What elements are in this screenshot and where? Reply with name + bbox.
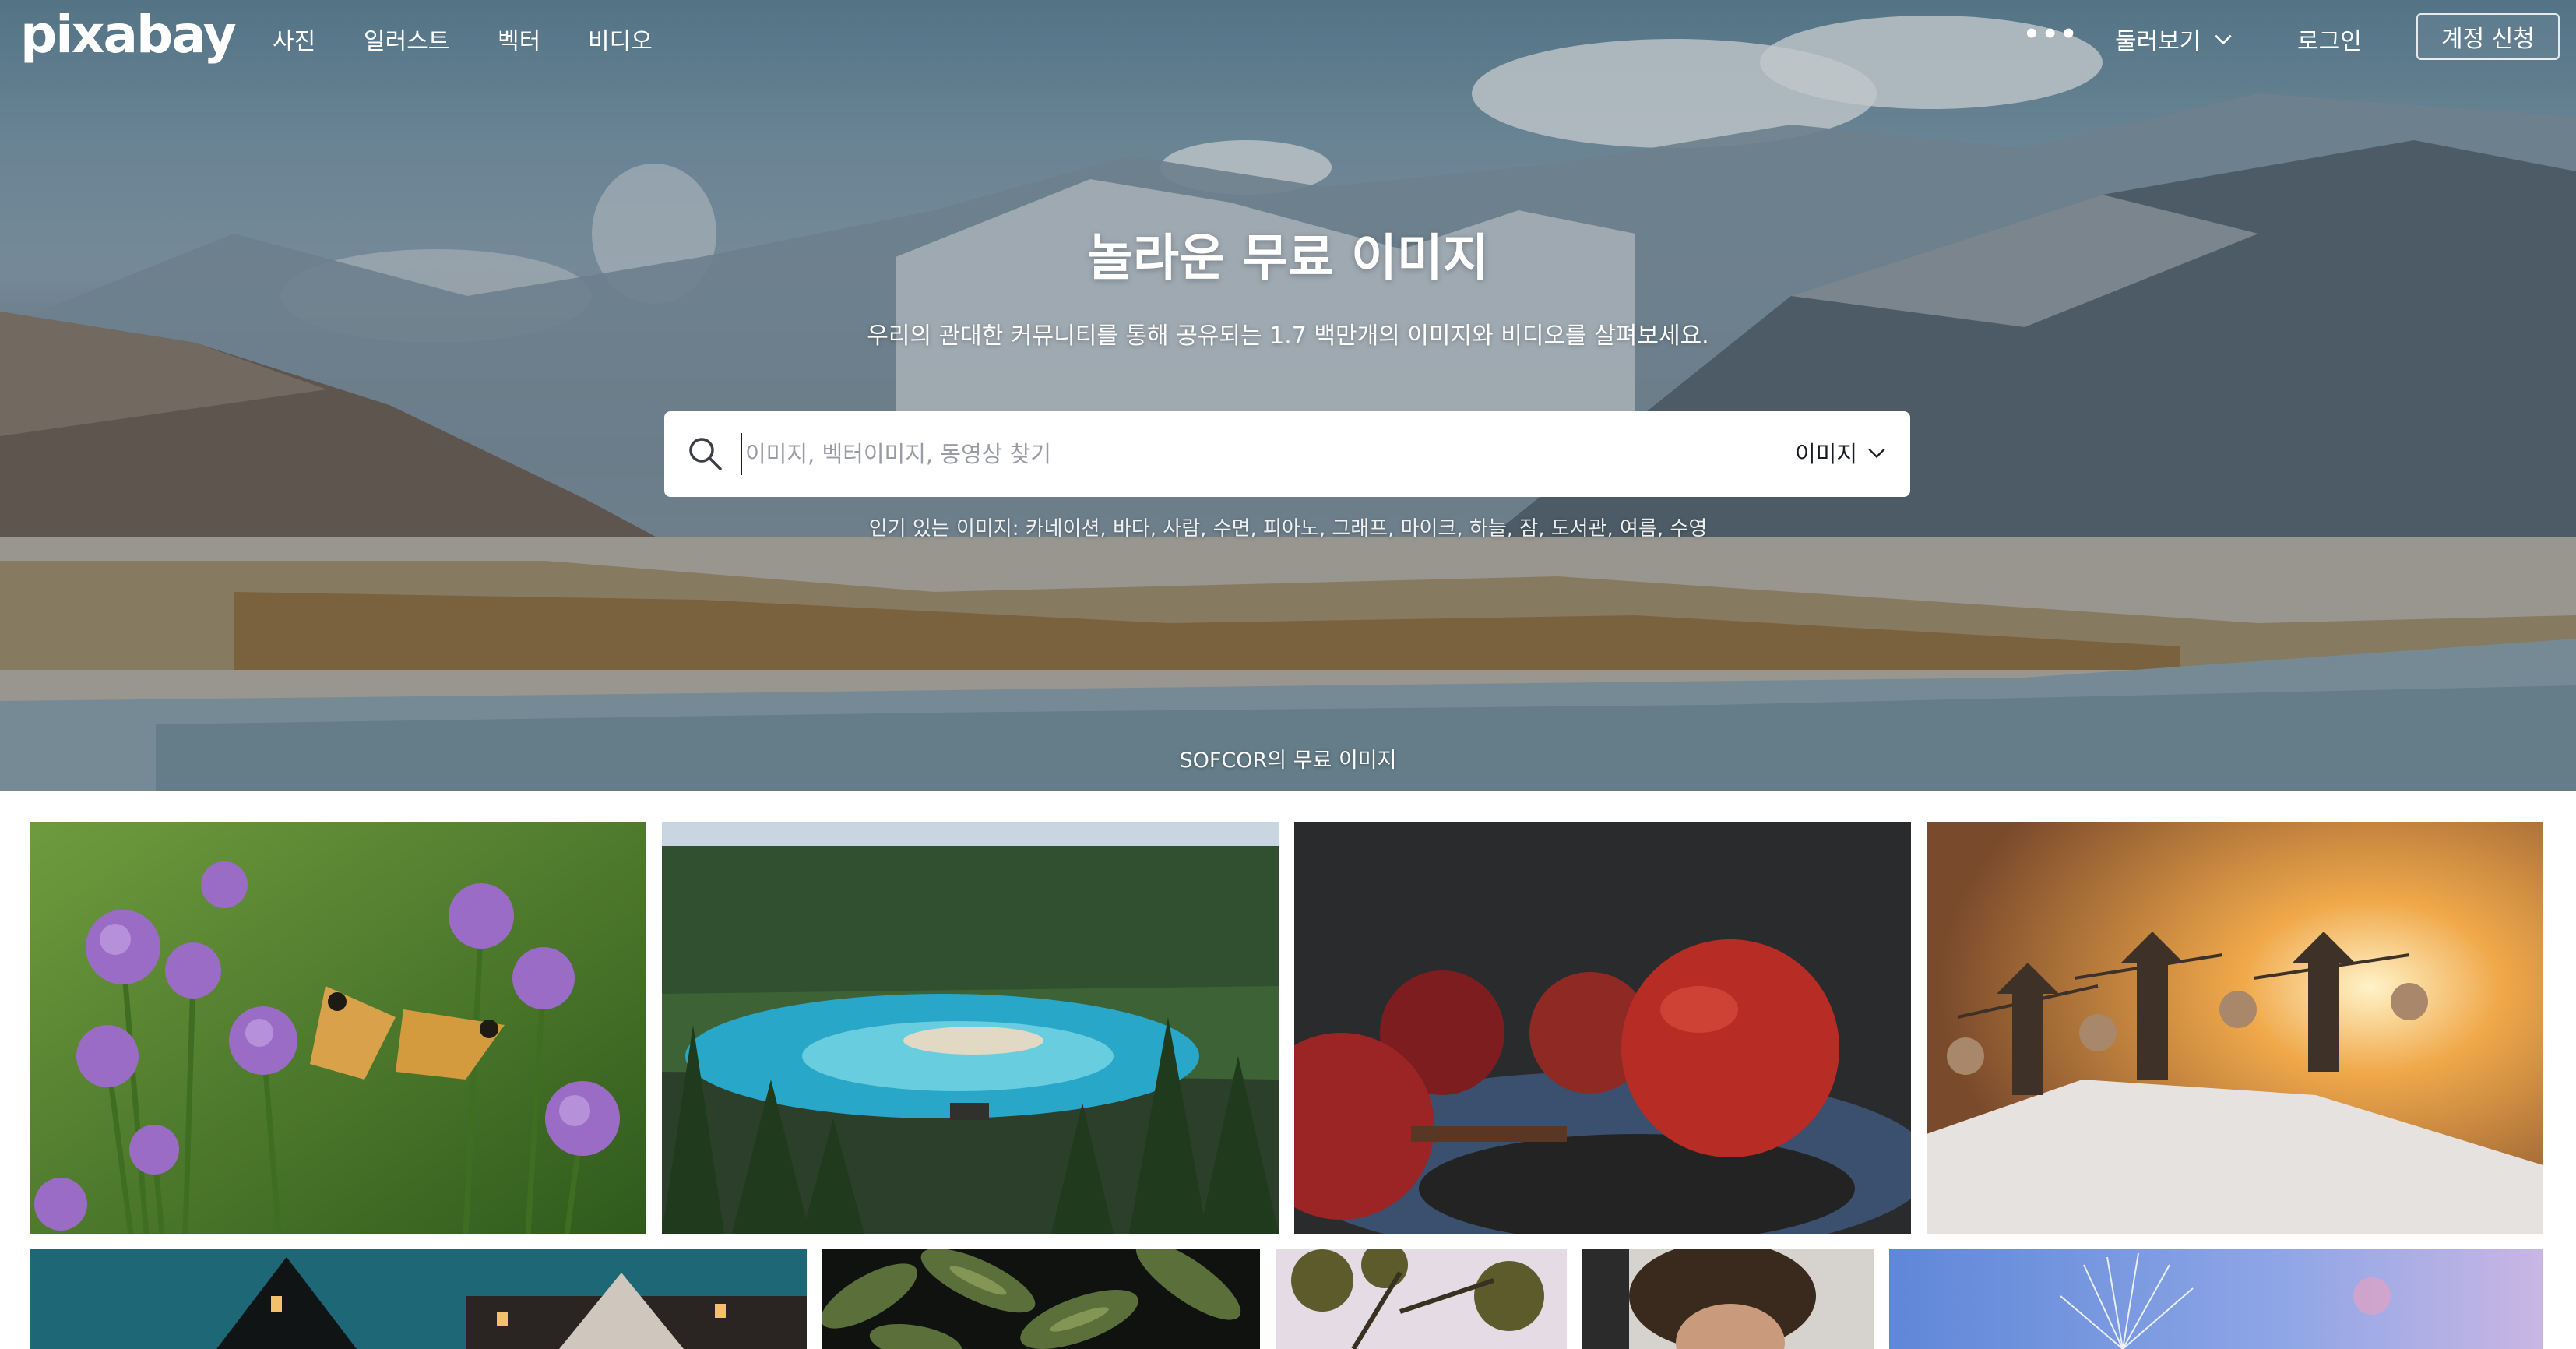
pixabay-logo[interactable]: pixabay <box>20 5 237 65</box>
dandelion-sky-image <box>1889 1249 2543 1349</box>
tree-branches-photo[interactable] <box>1276 1249 1567 1349</box>
hero-subtitle: 우리의 관대한 커뮤니티를 통해 공유되는 1.7 백만개의 이미지와 비디오를… <box>867 322 1709 350</box>
curly-hair-portrait-image <box>1582 1249 1874 1349</box>
nav-link-photos[interactable]: 사진 <box>273 22 315 56</box>
salt-harvest-image <box>1927 822 2543 1234</box>
nav-link-vectors[interactable]: 벡터 <box>498 22 540 56</box>
more-dots-icon[interactable]: ••• <box>2023 19 2078 50</box>
nav-link-illustrations[interactable]: 일러스트 <box>364 22 449 56</box>
explore-label: 둘러보기 <box>2115 28 2201 55</box>
chives-butterfly-image <box>30 822 646 1234</box>
dandelion-sky-photo[interactable] <box>1889 1249 2543 1349</box>
building-night-image <box>30 1249 807 1349</box>
chevron-down-icon <box>1868 448 1885 459</box>
search-type-label: 이미지 <box>1794 441 1857 467</box>
red-apples-photo[interactable] <box>1294 822 1911 1234</box>
building-night-photo[interactable] <box>30 1249 807 1349</box>
hero-overlay <box>0 0 2576 791</box>
salt-harvest-photo[interactable] <box>1927 822 2543 1234</box>
top-navigation: pixabay 사진 일러스트 벡터 비디오 ••• 둘러보기 로그인 계정 신… <box>0 0 2576 75</box>
hero-banner: pixabay 사진 일러스트 벡터 비디오 ••• 둘러보기 로그인 계정 신… <box>0 0 2576 791</box>
signup-button[interactable]: 계정 신청 <box>2416 13 2560 60</box>
red-apples-image <box>1294 822 1911 1234</box>
tree-branches-image <box>1276 1249 1567 1349</box>
leaf-pattern-photo[interactable] <box>822 1249 1260 1349</box>
leaf-pattern-image <box>822 1249 1260 1349</box>
chevron-down-icon <box>2215 34 2233 45</box>
image-credit-link[interactable]: SOFCOR의 무료 이미지 <box>0 743 2576 773</box>
mountain-lake-photo[interactable] <box>662 822 1279 1234</box>
hero-title: 놀라운 무료 이미지 <box>1087 230 1489 287</box>
search-type-dropdown[interactable]: 이미지 <box>1795 436 1887 469</box>
curly-hair-portrait-photo[interactable] <box>1582 1249 1874 1349</box>
search-bar: 이미지 <box>664 411 1910 497</box>
search-icon[interactable] <box>686 435 725 474</box>
chives-butterfly-photo[interactable] <box>30 822 646 1234</box>
popular-searches[interactable]: 인기 있는 이미지: 카네이션, 바다, 사람, 수면, 피아노, 그래프, 마… <box>0 512 2576 541</box>
mountain-lake-image <box>662 822 1279 1234</box>
login-link[interactable]: 로그인 <box>2297 22 2362 56</box>
nav-link-videos[interactable]: 비디오 <box>588 22 653 56</box>
search-input[interactable] <box>741 433 1675 475</box>
explore-dropdown[interactable]: 둘러보기 <box>2115 22 2233 56</box>
